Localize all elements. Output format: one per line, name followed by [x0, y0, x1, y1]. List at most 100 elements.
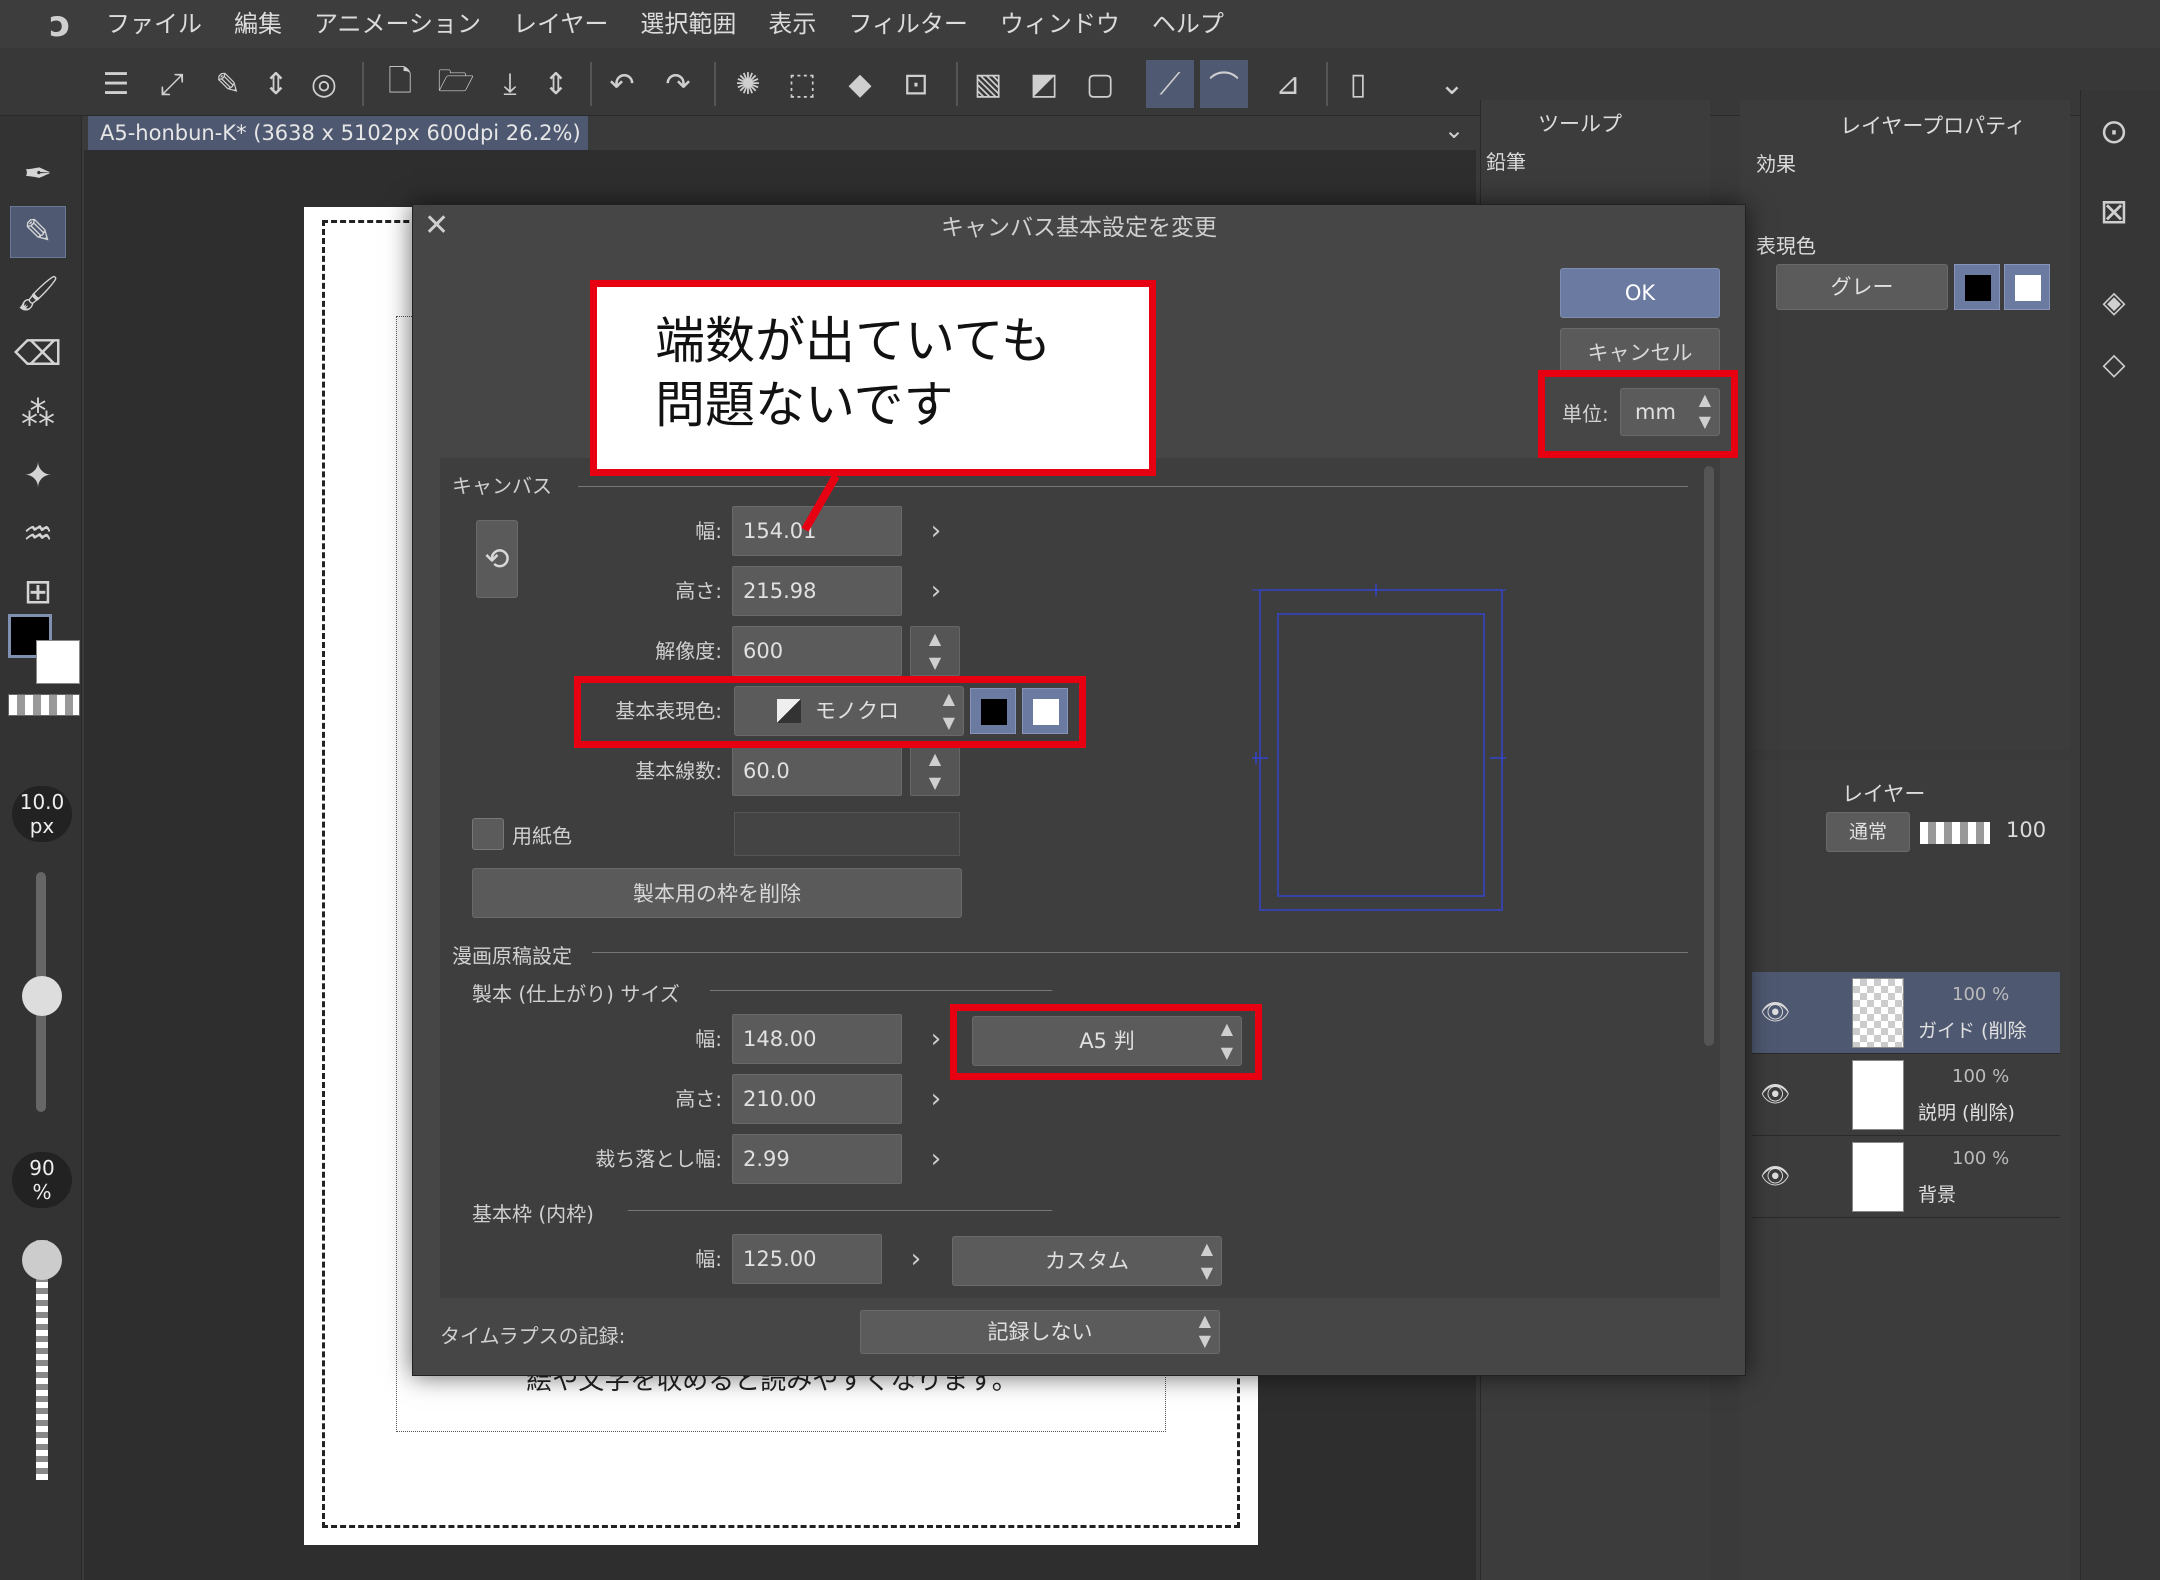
timelapse-value: 記録しない	[987, 1320, 1093, 1344]
grid-tool-icon[interactable]: ⊞	[10, 566, 66, 618]
app-logo-icon[interactable]: ↄ	[30, 0, 90, 48]
sub-tool-name[interactable]: 鉛筆	[1486, 146, 1526, 175]
layer-thumbnail	[1852, 978, 1904, 1048]
layer-thumbnail	[1852, 1142, 1904, 1212]
chevron-down-icon[interactable]: ⌄	[1436, 116, 1472, 150]
fill-icon[interactable]: ◆	[836, 60, 884, 108]
close-panel-icon[interactable]: ⊠	[2090, 188, 2138, 236]
trim-width-input[interactable]: 148.00	[732, 1014, 902, 1064]
undo-icon[interactable]: ↶	[598, 60, 646, 108]
opacity-value: 90	[29, 1156, 55, 1180]
menu-selection[interactable]: 選択範囲	[624, 0, 752, 48]
blend-mode-select[interactable]: 通常	[1826, 812, 1910, 852]
toolbar-divider	[714, 62, 716, 106]
brush-size-value: 10.0	[19, 790, 65, 814]
inner-frame-preset-select[interactable]: カスタム ▲ ▼	[952, 1236, 1222, 1286]
change-canvas-icon[interactable]: ✎	[204, 60, 252, 108]
transparent-color-swatch[interactable]	[8, 694, 80, 716]
menu-help[interactable]: ヘルプ	[1136, 0, 1240, 48]
layer-color-white-swatch[interactable]	[2004, 264, 2050, 310]
chevron-updown-icon[interactable]: ⇕	[252, 60, 300, 108]
eye-icon[interactable]: 👁	[1760, 1162, 1790, 1190]
blend-icon[interactable]: ♒	[10, 508, 66, 560]
brush-size-slider-handle[interactable]	[22, 976, 62, 1016]
color-mode-highlight-box	[574, 676, 1086, 748]
loading-icon[interactable]: ✺	[724, 60, 772, 108]
sub-color-swatch[interactable]	[36, 640, 80, 684]
layers-icon[interactable]: ◇	[2090, 340, 2138, 388]
chevron-right-icon[interactable]: ›	[896, 1234, 936, 1284]
lines-input[interactable]: 60.0	[732, 746, 902, 796]
menu-layer[interactable]: レイヤー	[497, 0, 624, 48]
open-folder-icon[interactable]: 🗁	[432, 60, 480, 108]
snap-special-ruler-icon[interactable]: ⌒	[1200, 60, 1248, 108]
decoration-icon[interactable]: ✦	[10, 450, 66, 502]
dialog-scrollbar[interactable]	[1704, 466, 1714, 1046]
inner-width-input[interactable]: 125.00	[732, 1234, 882, 1284]
chevron-right-icon[interactable]: ›	[916, 1134, 956, 1184]
resolution-stepper[interactable]: ▲ ▼	[910, 626, 960, 676]
remove-bookbinding-frame-button[interactable]: 製本用の枠を削除	[472, 868, 962, 918]
layer-property-icon[interactable]: ◈	[2090, 278, 2138, 326]
inner-frame-preset-value: カスタム	[1045, 1249, 1129, 1273]
device-icon[interactable]: ▯	[1334, 60, 1382, 108]
airbrush-icon[interactable]: ⁂	[10, 388, 66, 440]
cancel-button[interactable]: キャンセル	[1560, 328, 1720, 376]
navigator-icon[interactable]: ⊙	[2090, 108, 2138, 156]
chevron-down-icon[interactable]: ⌄	[1428, 60, 1476, 108]
redo-icon[interactable]: ↷	[654, 60, 702, 108]
layer-color-black-swatch[interactable]	[1954, 264, 2000, 310]
layer-row[interactable]: 👁 100 % 説明 (削除)	[1752, 1054, 2060, 1136]
layer-row[interactable]: 👁 100 % 背景	[1752, 1136, 2060, 1218]
deselect-icon[interactable]: ⬚	[778, 60, 826, 108]
new-file-icon[interactable]: 🗋	[376, 60, 424, 108]
brush-icon[interactable]: 🖌	[10, 268, 66, 320]
paper-color-checkbox[interactable]	[472, 818, 504, 850]
menu-filter[interactable]: フィルター	[832, 0, 984, 48]
close-icon[interactable]: ✕	[424, 208, 464, 248]
menu-animation[interactable]: アニメーション	[298, 0, 497, 48]
expression-color-select[interactable]: グレー	[1776, 264, 1948, 310]
brush-size-indicator[interactable]: 10.0 px	[12, 786, 72, 842]
eraser-icon[interactable]: ⌫	[10, 328, 66, 380]
frame-icon[interactable]: ▢	[1076, 60, 1124, 108]
pattern-icon[interactable]: ▧	[964, 60, 1012, 108]
hamburger-menu-icon[interactable]: ☰	[92, 60, 140, 108]
layer-opacity-slider[interactable]	[1920, 822, 1990, 844]
height-input[interactable]: 215.98	[732, 566, 902, 616]
menu-file[interactable]: ファイル	[90, 0, 218, 48]
layer-tab-label[interactable]: レイヤー	[1842, 778, 1925, 808]
canvas-tab[interactable]: A5-honbun-K* (3638 x 5102px 600dpi 26.2%…	[88, 116, 588, 150]
menu-window[interactable]: ウィンドウ	[984, 0, 1136, 48]
opacity-slider-handle[interactable]	[22, 1240, 62, 1280]
pen-icon[interactable]: ✒	[10, 148, 66, 200]
record-icon[interactable]: ◎	[300, 60, 348, 108]
lines-stepper[interactable]: ▲ ▼	[910, 746, 960, 796]
trim-height-input[interactable]: 210.00	[732, 1074, 902, 1124]
sub-tool-tab-label[interactable]: ツールプ	[1538, 108, 1622, 138]
pattern-fill-icon[interactable]: ◩	[1020, 60, 1068, 108]
chevron-right-icon[interactable]: ›	[916, 1074, 956, 1124]
chevron-right-icon[interactable]: ›	[916, 506, 956, 556]
opacity-indicator[interactable]: 90 %	[12, 1152, 72, 1208]
canvas-section-label: キャンバス	[452, 474, 552, 498]
bleed-input[interactable]: 2.99	[732, 1134, 902, 1184]
layer-opacity-value[interactable]: 100	[2006, 818, 2046, 842]
snap-grid-icon[interactable]: ⊿	[1264, 60, 1312, 108]
chevron-updown-icon[interactable]: ⇕	[532, 60, 580, 108]
eye-icon[interactable]: 👁	[1760, 1080, 1790, 1108]
transform-icon[interactable]: ⊡	[892, 60, 940, 108]
menu-edit[interactable]: 編集	[218, 0, 298, 48]
snap-ruler-icon[interactable]: ⟋	[1146, 60, 1194, 108]
timelapse-select[interactable]: 記録しない ▲ ▼	[860, 1310, 1220, 1354]
menu-view[interactable]: 表示	[752, 0, 832, 48]
eye-icon[interactable]: 👁	[1760, 998, 1790, 1026]
canvas-size-icon[interactable]: ⤢	[148, 60, 196, 108]
resolution-input[interactable]: 600	[732, 626, 902, 676]
pencil-icon[interactable]: ✎	[10, 206, 66, 258]
save-icon[interactable]: ⤓	[486, 60, 534, 108]
layer-row[interactable]: 👁 100 % ガイド (削除	[1752, 972, 2060, 1054]
ok-button[interactable]: OK	[1560, 268, 1720, 318]
layer-property-tab-label[interactable]: レイヤープロパティ	[1840, 110, 2026, 140]
chevron-right-icon[interactable]: ›	[916, 566, 956, 616]
